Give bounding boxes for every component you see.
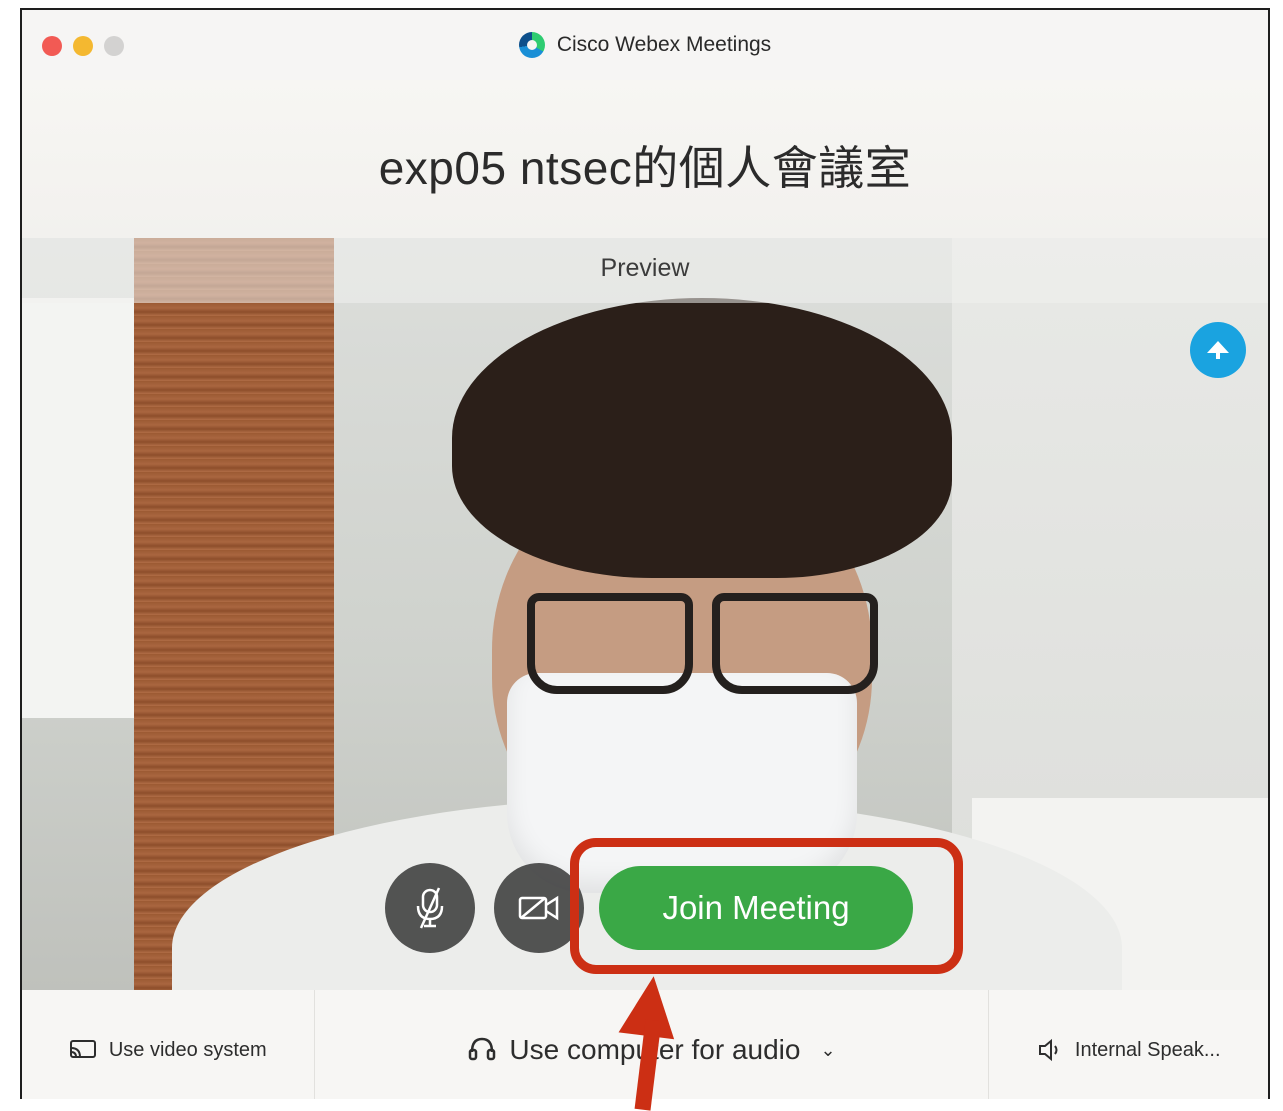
microphone-off-icon	[416, 887, 444, 929]
join-meeting-button[interactable]: Join Meeting	[599, 866, 913, 950]
use-video-system-button[interactable]: Use video system	[22, 990, 315, 1099]
person-glasses-right	[712, 593, 878, 694]
speaker-selection-button[interactable]: Internal Speak...	[989, 990, 1268, 1099]
headset-icon	[469, 1037, 496, 1061]
preview-label: Preview	[600, 254, 690, 282]
app-title-text: Cisco Webex Meetings	[556, 33, 772, 56]
title-bar: Cisco Webex Meetings	[22, 10, 1268, 80]
webex-logo-icon	[518, 32, 545, 58]
meeting-header: exp05 ntsec的個人會議室	[22, 80, 1268, 238]
speaker-label: Internal Speak...	[1074, 1038, 1221, 1061]
webex-window: Cisco Webex Meetings exp05 ntsec的個人會議室 P…	[20, 8, 1270, 1099]
app-title: Cisco Webex Meetings	[22, 32, 1268, 58]
person-hair	[452, 298, 952, 578]
cast-icon	[69, 1040, 96, 1058]
meeting-title: exp05 ntsec的個人會議室	[378, 142, 912, 194]
background-effects-button[interactable]	[1190, 322, 1246, 378]
video-preview: Preview Join Meeting	[22, 238, 1268, 990]
camera-off-icon	[518, 895, 559, 921]
person-glasses-left	[527, 593, 693, 694]
mute-button[interactable]	[385, 863, 475, 953]
chevron-down-icon: ⌄	[820, 1039, 836, 1060]
background-wall	[22, 298, 137, 718]
person-effects-icon	[1207, 341, 1229, 359]
speaker-icon	[1038, 1038, 1058, 1062]
use-video-system-label: Use video system	[108, 1038, 267, 1061]
preview-band: Preview	[22, 238, 1268, 303]
